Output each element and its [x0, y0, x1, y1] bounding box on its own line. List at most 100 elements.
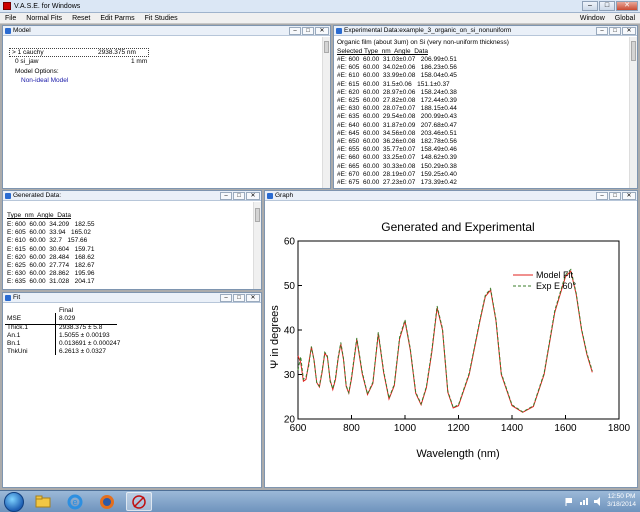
pane-minimize-button[interactable]: –	[596, 27, 608, 35]
pane-maximize-button[interactable]: □	[233, 294, 245, 302]
y-tick-label: 30	[284, 370, 296, 381]
clock-time: 12:50 PM	[607, 493, 636, 500]
pane-minimize-button[interactable]: –	[220, 294, 232, 302]
model-option-nonideal[interactable]: Non-ideal Model	[21, 77, 68, 85]
list-item[interactable]: #E: 650 60.00 36.26±0.08 182.78±0.56	[337, 138, 457, 146]
menu-normal-fits[interactable]: Normal Fits	[21, 15, 67, 22]
taskbar-firefox-icon[interactable]	[94, 492, 120, 511]
app-titlebar: V.A.S.E. for Windows – □ ✕	[0, 0, 640, 13]
list-item: E: 620 60.00 28.484 168.62	[7, 253, 95, 261]
model-scrollbar[interactable]	[322, 37, 330, 188]
experimental-header: Selected Type nm Angle Data	[337, 48, 428, 55]
taskbar-ie-icon[interactable]: e	[62, 492, 88, 511]
pane-close-button[interactable]: ✕	[246, 192, 260, 200]
pane-close-button[interactable]: ✕	[246, 294, 260, 302]
model-layer-0-label: 0 si_jaw	[15, 58, 39, 65]
pane-maximize-button[interactable]: □	[609, 192, 621, 200]
list-item: E: 600 60.00 34.209 182.55	[7, 221, 95, 228]
pane-maximize-button[interactable]: □	[302, 27, 314, 35]
list-item[interactable]: #E: 665 60.00 30.33±0.08 150.29±0.38	[337, 163, 457, 171]
chart-y-axis-label: Ψ in degrees	[269, 305, 281, 369]
model-layer-1-row[interactable]: > 1 cauchy 2938.375 nm	[9, 48, 149, 57]
list-item[interactable]: #E: 610 60.00 33.99±0.08 158.04±0.45	[337, 72, 457, 80]
menu-global[interactable]: Global	[610, 15, 640, 22]
pane-close-button[interactable]: ✕	[622, 27, 636, 35]
menu-edit-parms[interactable]: Edit Parms	[95, 15, 139, 22]
list-item[interactable]: #E: 655 60.00 35.77±0.07 158.49±0.46	[337, 146, 457, 154]
list-item[interactable]: #E: 630 60.00 28.07±0.07 188.15±0.44	[337, 105, 457, 113]
fit-mse-value: 8.029	[59, 315, 76, 322]
x-tick-label: 800	[343, 423, 360, 434]
app-title: V.A.S.E. for Windows	[14, 2, 81, 10]
minimize-button[interactable]: –	[582, 1, 598, 11]
experimental-subtitle: Organic film (about 3um) on Si (very non…	[337, 39, 509, 46]
model-layer-0-row[interactable]: 0 si_jaw 1 mm	[9, 58, 149, 67]
pane-minimize-button[interactable]: –	[220, 192, 232, 200]
chart-title: Generated and Experimental	[381, 220, 534, 234]
list-item[interactable]: #E: 635 60.00 29.54±0.08 200.99±0.43	[337, 113, 457, 121]
fit-param-value[interactable]: 0.013691 ± 0.000247	[59, 340, 120, 348]
list-item: E: 610 60.00 32.7 157.66	[7, 237, 88, 245]
psi-chart[interactable]: Generated and Experimental Wavelength (n…	[265, 202, 637, 488]
list-item: E: 615 60.00 30.604 159.71	[7, 245, 95, 253]
fit-param-value[interactable]: 2938.375 ± 5.8	[59, 324, 102, 332]
pane-minimize-button[interactable]: –	[289, 27, 301, 35]
fit-param-value[interactable]: 1.5055 ± 0.00193	[59, 332, 110, 340]
start-button[interactable]	[4, 491, 24, 512]
list-item[interactable]: #E: 660 60.00 33.25±0.07 148.62±0.39	[337, 154, 457, 162]
pane-close-button[interactable]: ✕	[315, 27, 329, 35]
list-item[interactable]: #E: 645 60.00 34.56±0.08 203.46±0.51	[337, 130, 457, 138]
experimental-pane-title: Experimental Data:example_3_organic_on_s…	[344, 27, 512, 34]
list-item[interactable]: #E: 670 60.00 28.19±0.07 159.25±0.40	[337, 171, 457, 179]
volume-icon[interactable]	[593, 496, 602, 506]
list-item[interactable]: #E: 640 60.00 31.87±0.09 207.68±0.47	[337, 122, 457, 130]
graph-pane: Graph – □ ✕ Generated and Experimental W…	[264, 190, 638, 488]
taskbar-explorer-icon[interactable]	[30, 492, 56, 511]
clock[interactable]: 12:50 PM 3/18/2014	[607, 493, 636, 509]
fit-param-name: ThkUni	[7, 348, 28, 355]
menu-reset[interactable]: Reset	[67, 15, 95, 22]
chart-legend: Model FitExp E 60°	[513, 270, 577, 291]
menu-fit-studies[interactable]: Fit Studies	[140, 15, 183, 22]
list-item[interactable]: #E: 605 60.00 34.02±0.06 186.23±0.56	[337, 64, 457, 72]
generated-header: Type nm Angle Data	[7, 212, 71, 219]
x-tick-label: 1000	[394, 423, 417, 434]
pane-maximize-button[interactable]: □	[233, 192, 245, 200]
taskbar-vase-icon[interactable]	[126, 492, 152, 511]
maximize-button[interactable]: □	[599, 1, 615, 11]
list-item[interactable]: #E: 600 60.00 31.03±0.07 206.99±0.51	[337, 56, 457, 64]
menu-bar: File Normal Fits Reset Edit Parms Fit St…	[0, 13, 640, 24]
pane-close-button[interactable]: ✕	[622, 192, 636, 200]
list-item[interactable]: #E: 625 60.00 27.82±0.08 172.44±0.39	[337, 97, 457, 105]
fit-param-value[interactable]: 6.2613 ± 0.0327	[59, 348, 106, 356]
pane-icon	[5, 27, 11, 34]
chart-ticks: 600 800 1000 1200 1400 1600 18002030405060	[284, 237, 631, 435]
window-controls: – □ ✕	[582, 1, 638, 11]
pane-icon	[5, 192, 11, 199]
experimental-data-pane: Experimental Data:example_3_organic_on_s…	[333, 25, 638, 189]
generated-scrollbar[interactable]	[253, 202, 261, 289]
experimental-data-list: #E: 600 60.00 31.03±0.07 206.99±0.51 #E:…	[337, 56, 457, 187]
svg-text:e: e	[72, 497, 77, 507]
experimental-scrollbar[interactable]	[629, 37, 637, 188]
taskbar: e 12:50 PM 3/18/2014	[0, 490, 640, 512]
list-item[interactable]: #E: 620 60.00 28.97±0.06 158.24±0.38	[337, 89, 457, 97]
fit-pane-titlebar: Fit – □ ✕	[3, 293, 261, 303]
network-icon[interactable]	[579, 497, 589, 506]
menu-file[interactable]: File	[0, 15, 21, 22]
app-icon	[3, 2, 11, 10]
clock-date: 3/18/2014	[607, 501, 636, 508]
generated-pane-title: Generated Data:	[13, 192, 62, 199]
flag-icon[interactable]	[565, 497, 574, 506]
list-item[interactable]: #E: 675 60.00 27.23±0.07 173.39±0.42	[337, 179, 457, 187]
menu-window[interactable]: Window	[575, 15, 610, 22]
close-button[interactable]: ✕	[616, 1, 638, 11]
list-item: E: 605 60.00 33.94 165.02	[7, 229, 91, 237]
list-item[interactable]: #E: 615 60.00 31.5±0.06 151.1±0.37	[337, 81, 457, 89]
pane-icon	[267, 192, 273, 199]
pane-minimize-button[interactable]: –	[596, 192, 608, 200]
pane-maximize-button[interactable]: □	[609, 27, 621, 35]
fit-param-name: Bn.1	[7, 340, 21, 347]
model-pane-titlebar: Model – □ ✕	[3, 26, 330, 36]
model-options-label: Model Options:	[15, 68, 59, 75]
